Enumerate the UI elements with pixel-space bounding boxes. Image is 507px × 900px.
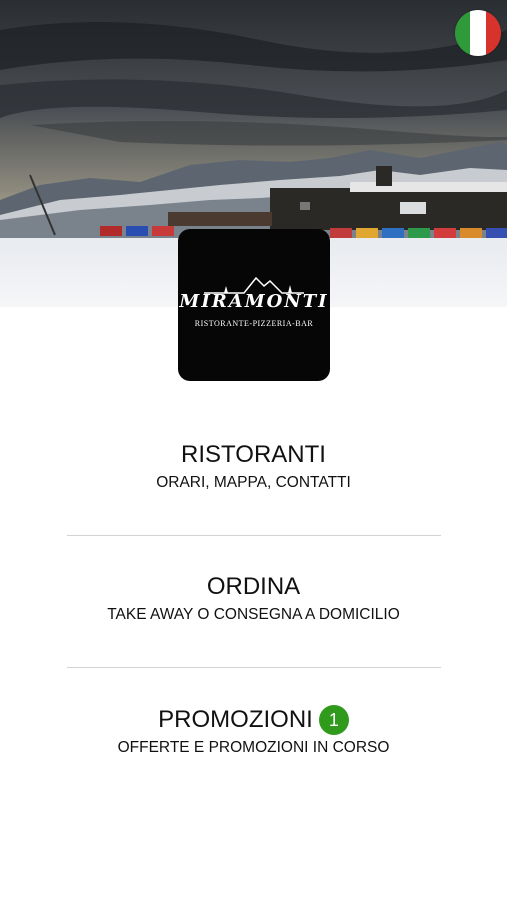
menu-item-promozioni[interactable]: PROMOZIONI 1 OFFERTE E PROMOZIONI IN CORS… (0, 705, 507, 758)
menu-item-ordina[interactable]: ORDINA TAKE AWAY O CONSEGNA A DOMICILIO (0, 572, 507, 625)
menu-subtitle-promozioni: OFFERTE E PROMOZIONI IN CORSO (117, 739, 390, 756)
menu-title-promozioni-row: PROMOZIONI 1 (0, 705, 507, 735)
divider (67, 535, 441, 536)
menu-subtitle-ordina: TAKE AWAY O CONSEGNA A DOMICILIO (107, 606, 400, 623)
menu-item-ristoranti[interactable]: RISTORANTI ORARI, MAPPA, CONTATTI (0, 440, 507, 493)
menu-title-promozioni: PROMOZIONI (158, 706, 313, 733)
logo-name: MIRAMONTI (179, 291, 329, 312)
flag-white-band (470, 10, 486, 56)
miramonti-logo: MIRAMONTI RISTORANTE-PIZZERIA-BAR (178, 229, 330, 381)
menu-title-ordina: ORDINA (206, 573, 301, 600)
menu-title-ristoranti: RISTORANTI (181, 441, 326, 468)
divider (67, 667, 441, 668)
language-flag-button[interactable] (455, 10, 501, 56)
menu-subtitle-ristoranti: ORARI, MAPPA, CONTATTI (156, 474, 351, 491)
logo-tagline: RISTORANTE-PIZZERIA-BAR (194, 319, 314, 328)
promotions-count-badge: 1 (318, 705, 349, 735)
